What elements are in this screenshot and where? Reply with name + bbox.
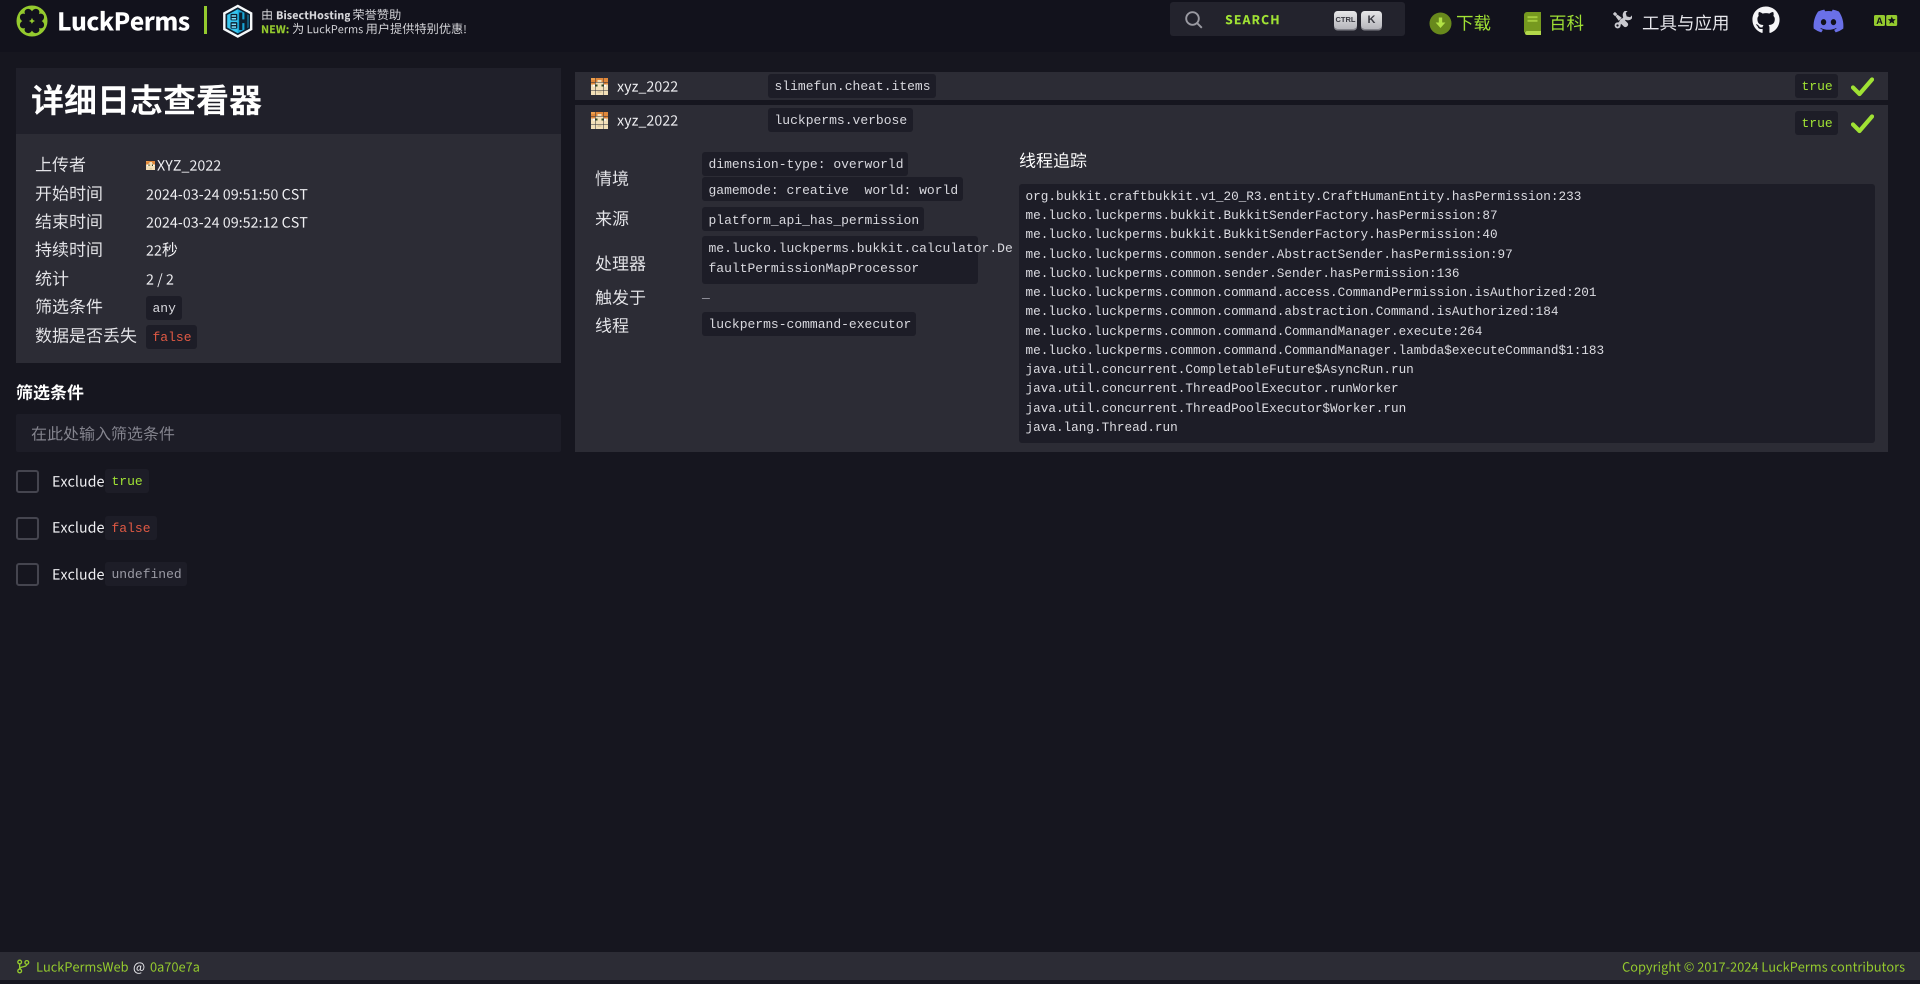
svg-text:A: A bbox=[1876, 16, 1883, 26]
